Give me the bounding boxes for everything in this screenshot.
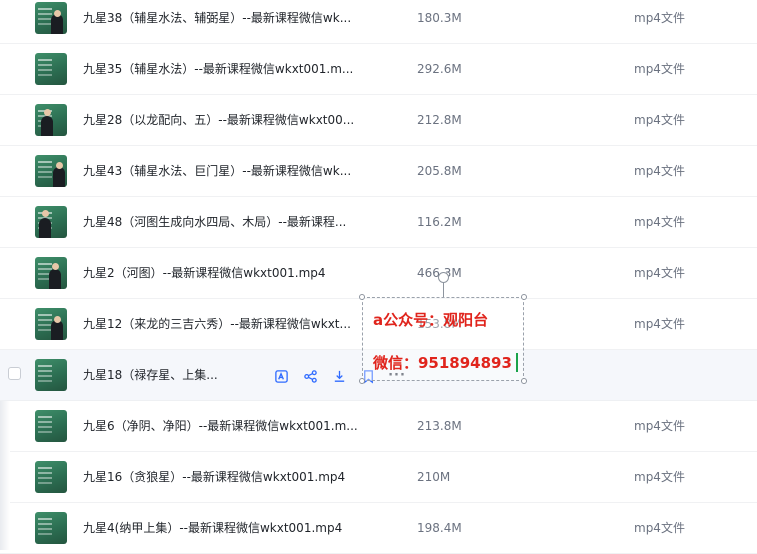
video-thumbnail: [35, 410, 67, 442]
file-row[interactable]: 九星35（辅星水法）--最新课程微信wkxt001.m... 292.6M mp4文…: [0, 44, 757, 95]
download-icon[interactable]: [330, 367, 348, 385]
file-size: 213.8M: [417, 419, 462, 433]
overlay-line-account[interactable]: a公众号：观阳台: [373, 309, 488, 330]
file-name[interactable]: 九星4(纳甲上集）--最新课程微信wkxt001.mp4: [83, 503, 342, 554]
file-size: 210M: [417, 470, 451, 484]
file-type: mp4文件: [634, 521, 685, 535]
row-checkbox[interactable]: [8, 367, 21, 380]
file-row[interactable]: 九星48（河图生成向水四局、木局）--最新课程... 116.2M mp4文件: [0, 197, 757, 248]
file-row[interactable]: 九星28（以龙配向、五）--最新课程微信wkxt00... 212.8M mp4文件: [0, 95, 757, 146]
video-thumbnail: [35, 155, 67, 187]
file-size: 212.8M: [417, 113, 462, 127]
video-thumbnail: [35, 359, 67, 391]
video-thumbnail: [35, 104, 67, 136]
video-thumbnail: [35, 2, 67, 34]
file-name[interactable]: 九星48（河图生成向水四局、木局）--最新课程...: [83, 197, 346, 248]
file-name[interactable]: 九星2（河图）--最新课程微信wkxt001.mp4: [83, 248, 326, 299]
file-row[interactable]: 九星38（辅星水法、辅弼星）--最新课程微信wk... 180.3M mp4文件: [0, 0, 757, 44]
file-row[interactable]: 九星4(纳甲上集）--最新课程微信wkxt001.mp4 198.4M mp4文件: [0, 503, 757, 554]
rotate-handle[interactable]: [438, 272, 449, 283]
file-name[interactable]: 九星28（以龙配向、五）--最新课程微信wkxt00...: [83, 95, 354, 146]
file-name[interactable]: 九星12（来龙的三吉六秀）--最新课程微信wkxt...: [83, 299, 351, 350]
file-type: mp4文件: [634, 164, 685, 178]
file-row[interactable]: 九星2（河图）--最新课程微信wkxt001.mp4466.3Mmp4文件: [0, 248, 757, 299]
translate-icon[interactable]: [272, 367, 290, 385]
file-row[interactable]: 九星43（辅星水法、巨门星）--最新课程微信wk... 205.8M mp4文件: [0, 146, 757, 197]
video-thumbnail: [35, 512, 67, 544]
resize-handle-top-right[interactable]: [521, 294, 527, 300]
file-type: mp4文件: [634, 470, 685, 484]
video-thumbnail: [35, 206, 67, 238]
text-overlay-box[interactable]: a公众号：观阳台 微信：951894893: [362, 297, 524, 381]
file-name[interactable]: 九星35（辅星水法）--最新课程微信wkxt001.m...: [83, 44, 353, 95]
file-type: mp4文件: [634, 113, 685, 127]
file-row[interactable]: 九星16（贪狼星）--最新课程微信wkxt001.mp4 210M mp4文件: [0, 452, 757, 503]
file-name[interactable]: 九星18（禄存星、上集...: [83, 350, 218, 401]
resize-handle-bottom-right[interactable]: [521, 378, 527, 384]
file-type: mp4文件: [634, 419, 685, 433]
panel-edge: [0, 401, 10, 550]
video-thumbnail: [35, 308, 67, 340]
file-type: mp4文件: [634, 62, 685, 76]
overlay-line-wechat[interactable]: 微信：951894893: [373, 352, 512, 373]
file-type: mp4文件: [634, 317, 685, 331]
file-name[interactable]: 九星38（辅星水法、辅弼星）--最新课程微信wk...: [83, 0, 351, 44]
video-thumbnail: [35, 53, 67, 85]
file-size: 198.4M: [417, 521, 462, 535]
file-size: 180.3M: [417, 11, 462, 25]
file-type: mp4文件: [634, 266, 685, 280]
file-name[interactable]: 九星6（净阴、净阳）--最新课程微信wkxt001.m...: [83, 401, 358, 452]
rotate-handle-line: [443, 282, 444, 297]
file-name[interactable]: 九星43（辅星水法、巨门星）--最新课程微信wk...: [83, 146, 351, 197]
share-icon[interactable]: [301, 367, 319, 385]
file-size: 205.8M: [417, 164, 462, 178]
resize-handle-bottom-left[interactable]: [359, 378, 365, 384]
file-size: 116.2M: [417, 215, 462, 229]
file-row[interactable]: 九星6（净阴、净阳）--最新课程微信wkxt001.m... 213.8M mp4文…: [0, 401, 757, 452]
file-name[interactable]: 九星16（贪狼星）--最新课程微信wkxt001.mp4: [83, 452, 345, 503]
file-type: mp4文件: [634, 11, 685, 25]
resize-handle-top-left[interactable]: [359, 294, 365, 300]
file-size: 292.6M: [417, 62, 462, 76]
video-thumbnail: [35, 257, 67, 289]
video-thumbnail: [35, 461, 67, 493]
file-type: mp4文件: [634, 215, 685, 229]
text-caret: [516, 353, 518, 372]
